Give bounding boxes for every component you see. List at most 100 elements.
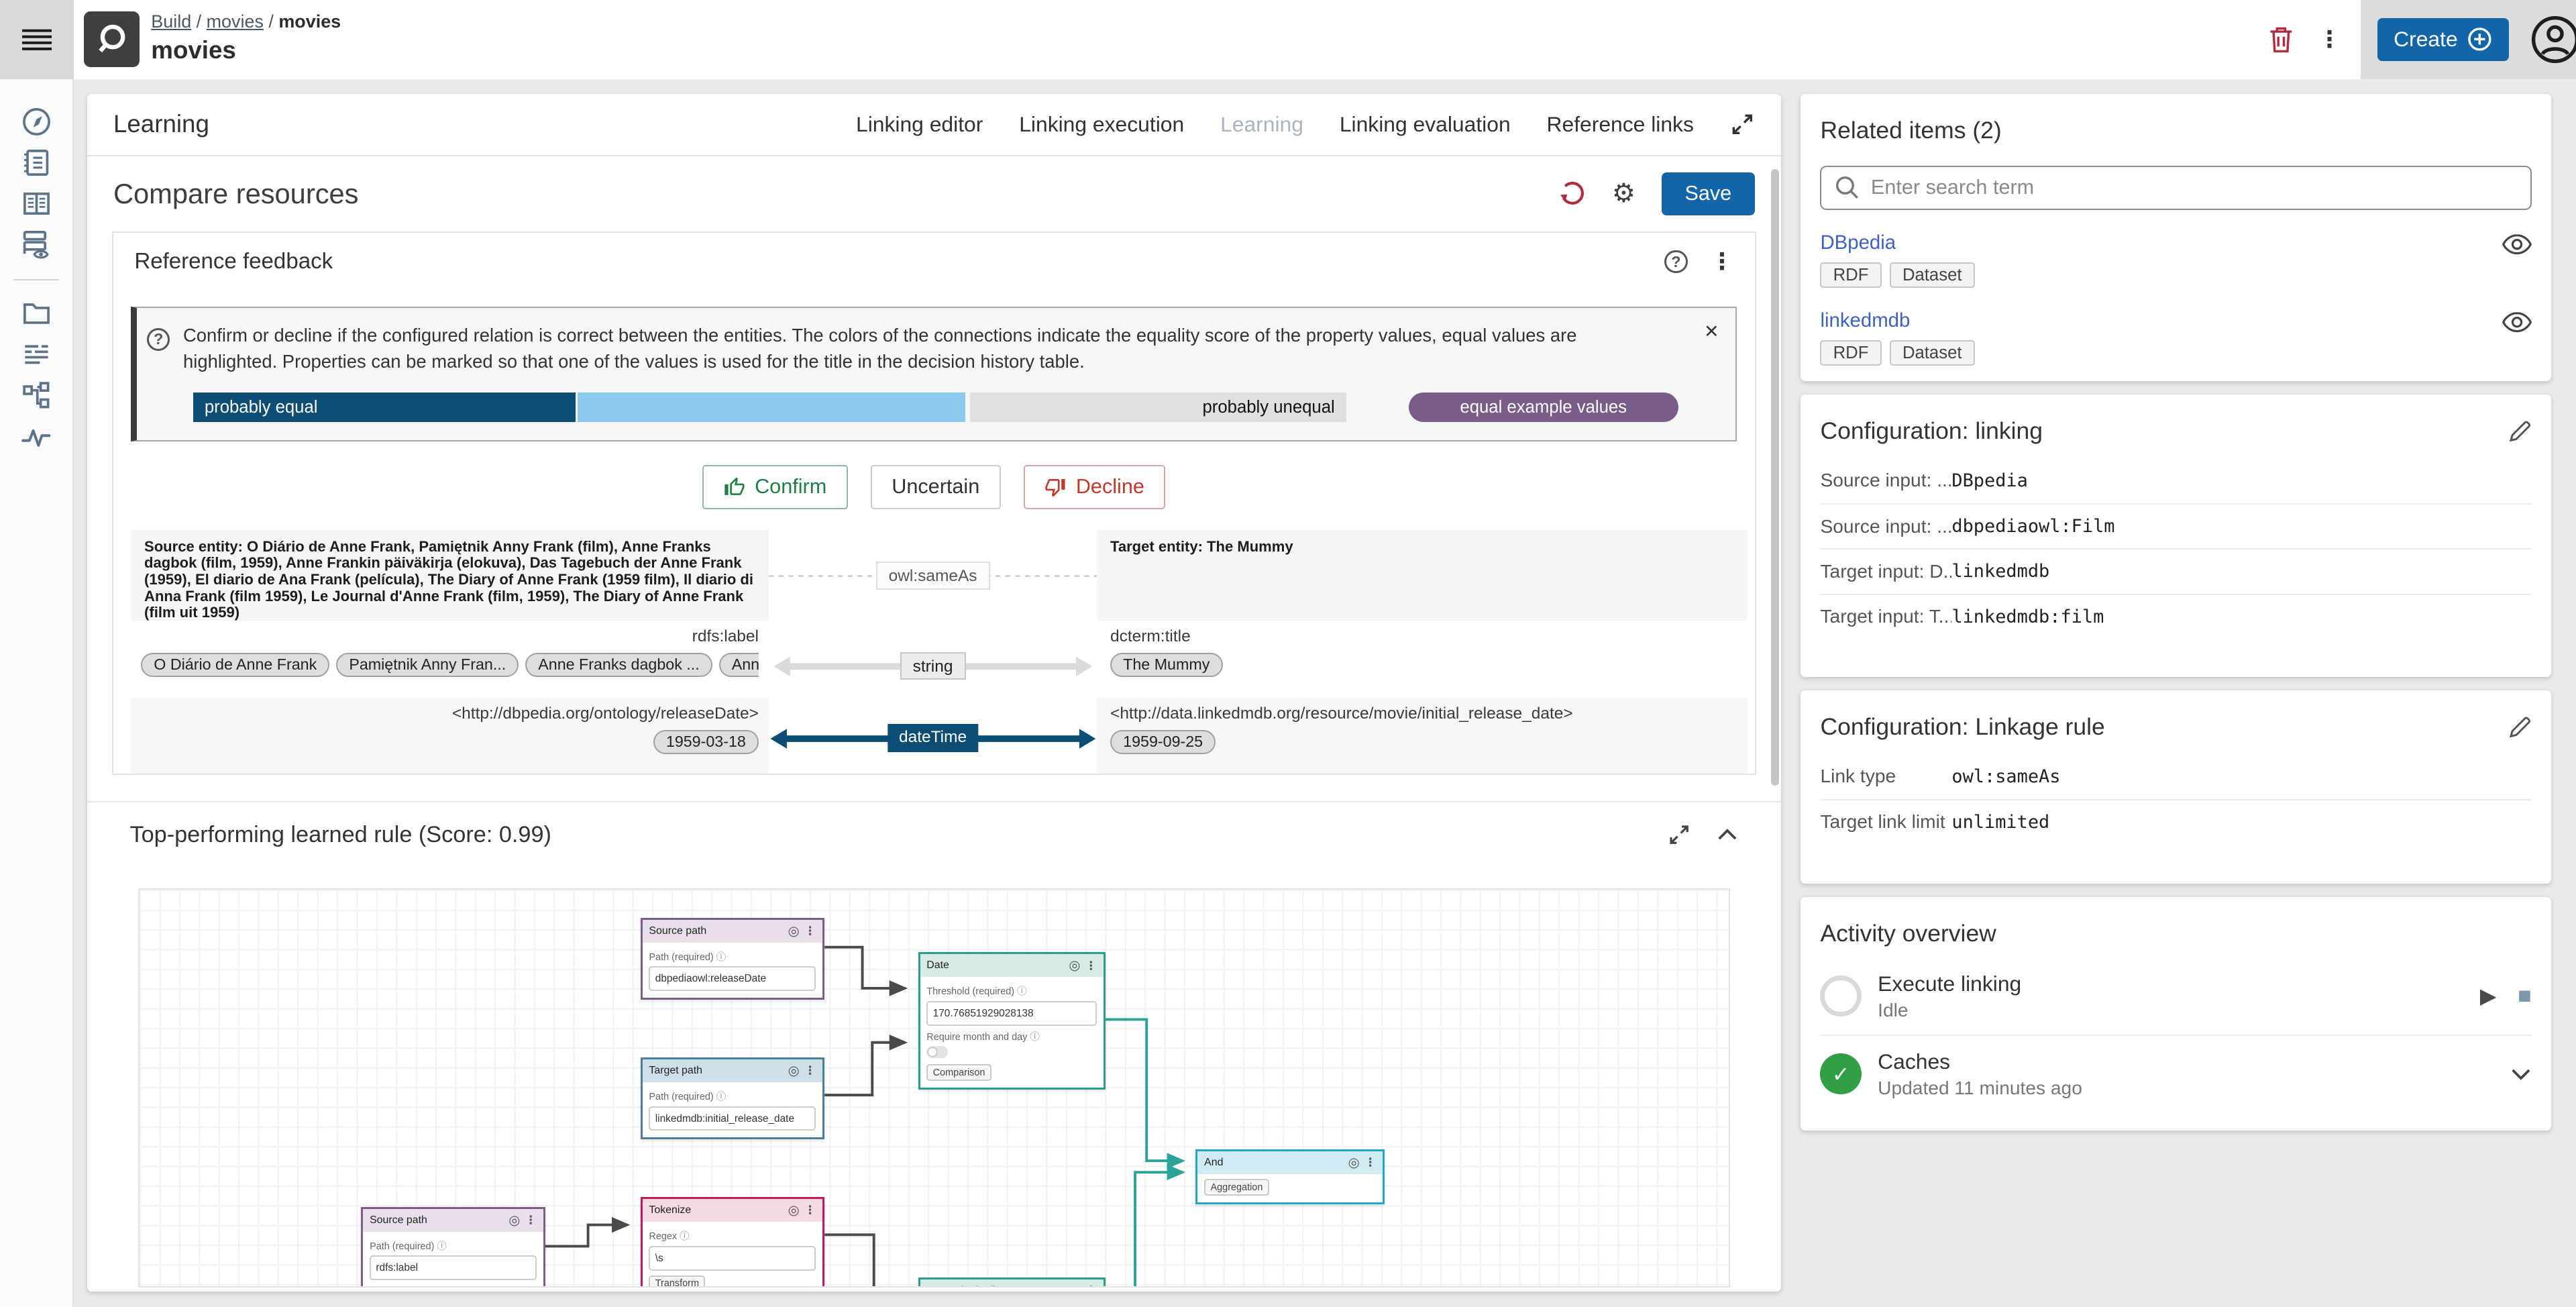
node-menu-icon[interactable]: ⋮: [1085, 959, 1097, 973]
node-eye-icon[interactable]: ◎: [788, 1063, 800, 1079]
rule-node-levenshtein[interactable]: Levenshtein distance◎⋮: [918, 1277, 1106, 1288]
reference-feedback-panel: Reference feedback ? ⋮ ? Confirm or decl…: [112, 231, 1756, 775]
related-item-link[interactable]: DBpedia: [1820, 231, 1896, 254]
node-eye-icon[interactable]: ◎: [1348, 1155, 1360, 1171]
rule-node-and[interactable]: And◎⋮ Aggregation: [1195, 1149, 1385, 1204]
source-label-property: rdfs:label: [692, 627, 759, 645]
related-item-link[interactable]: linkedmdb: [1820, 309, 1910, 331]
node-menu-icon[interactable]: ⋮: [1085, 1284, 1097, 1288]
datetime-comparison-label[interactable]: dateTime: [888, 724, 978, 752]
sidebar-item-activities[interactable]: [0, 417, 73, 456]
node-menu-icon[interactable]: ⋮: [525, 1213, 537, 1227]
breadcrumb-project-link[interactable]: movies: [207, 11, 264, 32]
collapse-section-button[interactable]: [1717, 827, 1738, 842]
sidebar-item-queries[interactable]: [0, 225, 73, 264]
rule-node-source-path[interactable]: Source path◎⋮ Path (required) ⓘ dbpediao…: [641, 918, 824, 1000]
require-month-day-toggle[interactable]: [926, 1046, 948, 1057]
save-button[interactable]: Save: [1662, 172, 1754, 215]
sidebar-item-explore[interactable]: [0, 102, 73, 142]
value-chip[interactable]: Pamiętnik Anny Fran...: [336, 653, 519, 677]
node-eye-icon[interactable]: ◎: [788, 923, 800, 939]
edit-linkage-rule-button[interactable]: [2509, 715, 2532, 738]
sidebar-item-vocabularies[interactable]: [0, 143, 73, 182]
search-input[interactable]: [1871, 176, 2517, 199]
node-eye-icon[interactable]: ◎: [1069, 1283, 1080, 1288]
edit-config-button[interactable]: [2509, 419, 2532, 442]
related-items-search: [1820, 166, 2531, 210]
node-menu-icon[interactable]: ⋮: [804, 1063, 816, 1078]
graph-expand-button[interactable]: [1668, 823, 1690, 846]
server-eye-icon: [19, 227, 53, 262]
decline-button[interactable]: Decline: [1024, 465, 1165, 509]
panel-more-options-button[interactable]: ⋮: [1711, 250, 1733, 273]
uncertain-button[interactable]: Uncertain: [871, 465, 1001, 509]
tab-linking-evaluation[interactable]: Linking evaluation: [1340, 112, 1511, 137]
sidebar-item-workflows[interactable]: [0, 376, 73, 415]
main-scrollbar[interactable]: [1771, 169, 1779, 785]
string-comparison-label[interactable]: string: [900, 652, 965, 680]
thumb-up-icon: [724, 476, 745, 498]
start-activity-button[interactable]: ▶: [2480, 986, 2496, 1007]
tag-dataset: Dataset: [1890, 262, 1975, 288]
preview-item-button[interactable]: [2502, 311, 2532, 333]
rule-node-date[interactable]: Date◎⋮ Threshold (required) ⓘ 170.768519…: [918, 952, 1106, 1090]
breadcrumb-current: movies: [278, 11, 341, 32]
folder-icon: [20, 297, 53, 330]
user-avatar-button[interactable]: [2530, 14, 2576, 65]
config-row: Source input: ... dbpediaowl:Film: [1820, 503, 2531, 548]
tab-linking-execution[interactable]: Linking execution: [1019, 112, 1184, 137]
tab-reference-links[interactable]: Reference links: [1547, 112, 1694, 137]
compare-resources-title: Compare resources: [113, 178, 359, 210]
rule-node-target-path[interactable]: Target path◎⋮ Path (required) ⓘ linkedmd…: [641, 1057, 824, 1139]
confirm-button[interactable]: Confirm: [702, 465, 847, 509]
stop-activity-button[interactable]: ■: [2518, 984, 2532, 1007]
settings-button[interactable]: ⚙: [1612, 180, 1635, 207]
close-info-button[interactable]: ✕: [1704, 321, 1719, 342]
node-eye-icon[interactable]: ◎: [788, 1202, 800, 1218]
create-button[interactable]: Create: [2377, 18, 2509, 61]
value-chip[interactable]: 1959-03-18: [653, 730, 759, 754]
sidebar-item-ontology[interactable]: [0, 184, 73, 223]
expand-view-button[interactable]: [1730, 112, 1755, 137]
node-menu-icon[interactable]: ⋮: [804, 924, 816, 938]
app-logo[interactable]: [84, 11, 140, 67]
menu-toggle-button[interactable]: [0, 0, 74, 79]
expand-caches-button[interactable]: [2510, 1067, 2532, 1082]
tab-learning[interactable]: Learning: [1220, 112, 1303, 137]
value-chip[interactable]: O Diário de Anne Frank: [141, 653, 329, 677]
breadcrumb-build-link[interactable]: Build: [151, 11, 191, 32]
node-path-input[interactable]: rdfs:label: [370, 1255, 537, 1280]
sidebar-item-datasets[interactable]: [0, 335, 73, 374]
rule-node-tokenize[interactable]: Tokenize◎⋮ Regex ⓘ \s Transform: [641, 1197, 824, 1288]
idle-status-icon: [1820, 976, 1861, 1016]
node-eye-icon[interactable]: ◎: [508, 1212, 520, 1228]
info-icon: ⓘ: [680, 1231, 689, 1242]
undo-button[interactable]: [1558, 180, 1586, 208]
value-chip[interactable]: Anne Franks dagbok ...: [525, 653, 712, 677]
target-date-property: <http://data.linkedmdb.org/resource/movi…: [1110, 704, 1573, 723]
info-icon: ⓘ: [716, 1092, 726, 1102]
config-row: Target link limit unlimited: [1820, 799, 2531, 844]
help-button[interactable]: ?: [1664, 250, 1687, 273]
node-threshold-input[interactable]: 170.76851929028138: [926, 1001, 1097, 1026]
node-regex-input[interactable]: \s: [649, 1246, 816, 1271]
node-path-input[interactable]: dbpediaowl:releaseDate: [649, 966, 816, 991]
eye-icon: [2502, 233, 2532, 256]
node-eye-icon[interactable]: ◎: [1069, 957, 1080, 974]
node-menu-icon[interactable]: ⋮: [804, 1203, 816, 1217]
undo-icon: [1558, 180, 1586, 208]
rule-graph-canvas[interactable]: Source path◎⋮ Path (required) ⓘ dbpediao…: [138, 888, 1730, 1288]
left-sidebar: [0, 0, 74, 1307]
target-title-property: dcterm:title: [1110, 627, 1191, 645]
more-options-button[interactable]: ⋮: [2318, 28, 2341, 51]
value-chip[interactable]: The Mummy: [1110, 653, 1222, 677]
node-menu-icon[interactable]: ⋮: [1364, 1155, 1376, 1169]
rule-node-source-path-2[interactable]: Source path◎⋮ Path (required) ⓘ rdfs:lab…: [361, 1207, 545, 1288]
node-path-input[interactable]: linkedmdb:initial_release_date: [649, 1106, 816, 1131]
value-chip[interactable]: Anne: [719, 653, 759, 677]
preview-item-button[interactable]: [2502, 233, 2532, 256]
tab-linking-editor[interactable]: Linking editor: [856, 112, 983, 137]
delete-button[interactable]: [2269, 25, 2294, 54]
sidebar-item-projects[interactable]: [0, 294, 73, 333]
value-chip[interactable]: 1959-09-25: [1110, 730, 1216, 754]
